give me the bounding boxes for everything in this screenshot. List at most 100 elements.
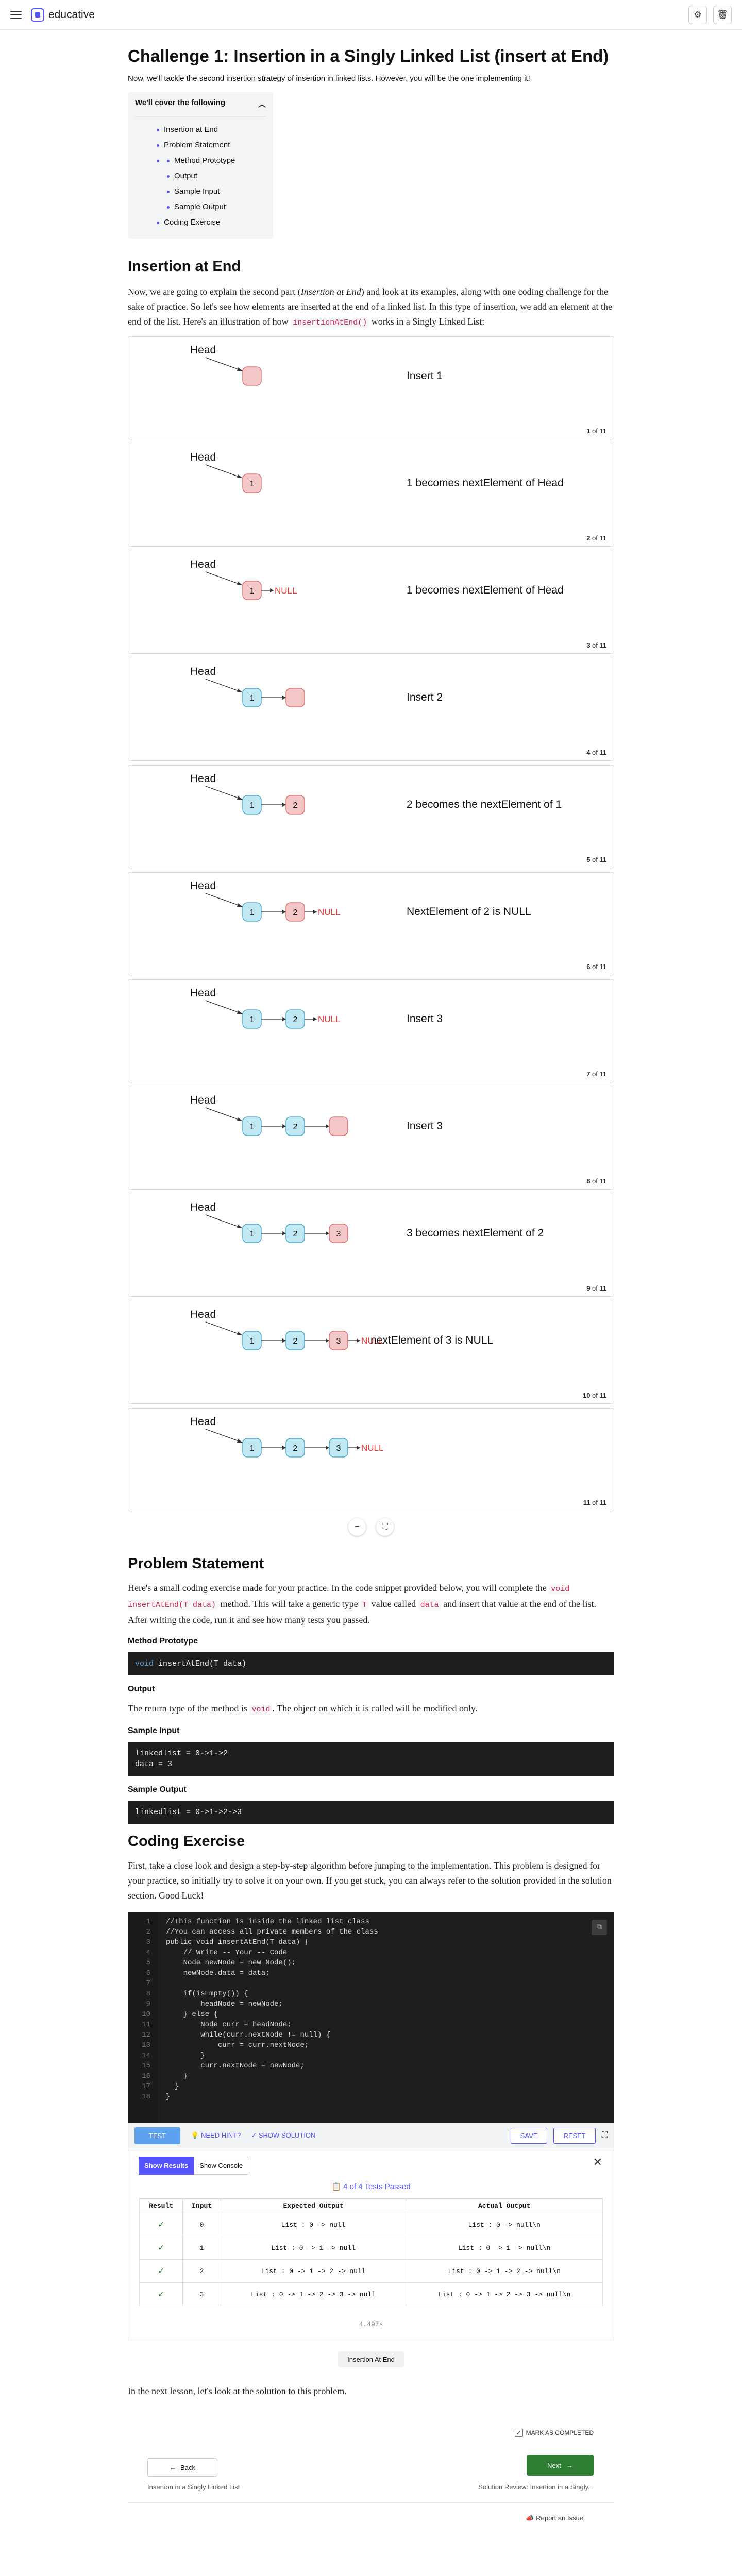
- settings-gear-icon[interactable]: ⚙: [688, 5, 707, 24]
- copy-icon[interactable]: ⧉: [592, 1920, 607, 1935]
- code-text: //This function is inside the linked lis…: [166, 1918, 369, 1926]
- back-button[interactable]: ← Back: [147, 2458, 217, 2477]
- show-console-tab[interactable]: Show Console: [194, 2157, 249, 2175]
- node-value: 2: [293, 1444, 298, 1453]
- code-line[interactable]: 6 newNode.data = data;: [128, 1968, 270, 1978]
- problem-text-3: value called: [369, 1599, 418, 1609]
- report-issue-link[interactable]: 📣 Report an Issue: [526, 2514, 583, 2522]
- line-number: 8: [146, 1990, 150, 1998]
- problem-paragraph: Here's a small coding exercise made for …: [128, 1581, 614, 1628]
- code-line[interactable]: 15 curr.nextNode = newNode;: [128, 2061, 305, 2071]
- code-line[interactable]: 2 //You can access all private members of…: [128, 1927, 378, 1937]
- code-line[interactable]: 13 curr = curr.nextNode;: [128, 2040, 309, 2050]
- lesson-content: Challenge 1: Insertion in a Singly Linke…: [128, 46, 614, 2532]
- toc-item-method-prototype[interactable]: Method Prototype: [167, 153, 266, 168]
- code-line[interactable]: 18}: [128, 2092, 170, 2102]
- fullscreen-icon[interactable]: ⛶: [376, 1518, 394, 1536]
- head-label: Head: [190, 1201, 216, 1213]
- close-icon[interactable]: ✕: [593, 2156, 602, 2169]
- code-line[interactable]: 7: [128, 1978, 166, 1989]
- slide-counter: 9 of 11: [586, 1284, 606, 1292]
- toc-item-insertion-at-end[interactable]: Insertion at End: [157, 122, 266, 138]
- slideshow-controls: − ⛶: [128, 1518, 614, 1536]
- lesson-tag[interactable]: Insertion At End: [338, 2351, 404, 2367]
- tests-passed-label: 4 of 4 Tests Passed: [343, 2182, 411, 2191]
- slide: Head 1 2 2 becomes the nextElement of 1 5 of…: [128, 765, 614, 868]
- toc-item-sample-output[interactable]: Sample Output: [167, 199, 266, 215]
- slide: Head 1 Insert 2 4 of 11: [128, 658, 614, 761]
- chevron-up-icon[interactable]: ︿: [258, 98, 266, 109]
- head-pointer-arrow: [205, 786, 243, 800]
- code-text: while(curr.nextNode != null) {: [166, 2031, 331, 2039]
- menu-icon[interactable]: [10, 10, 22, 19]
- educative-logo-icon[interactable]: [31, 8, 44, 22]
- slide: Head 1 2 NULL NextElement of 2 is NULL 6 of 1…: [128, 872, 614, 975]
- page-title: Challenge 1: Insertion in a Singly Linke…: [128, 46, 609, 65]
- save-button[interactable]: SAVE: [510, 2127, 548, 2144]
- line-number: 5: [146, 1959, 150, 1967]
- node-value: 1: [250, 694, 255, 703]
- result-cell: ✓: [139, 2236, 183, 2260]
- line-number: 3: [146, 1938, 150, 1946]
- slide-diagram: Head 1 2 NULL NextElement of 2 is NULL: [190, 880, 531, 922]
- code-line[interactable]: 17 }: [128, 2081, 179, 2092]
- toc-item-sample-input[interactable]: Sample Input: [167, 184, 266, 199]
- slide-caption: Insert 3: [407, 1120, 443, 1132]
- slide-diagram: Head 1 2 2 becomes the nextElement of 1: [190, 773, 562, 815]
- actual-cell: List : 0 -> 1 -> 2 -> null\n: [406, 2259, 603, 2283]
- top-bar: educative ⚙ 🗑: [0, 0, 742, 30]
- prev-lesson-title[interactable]: Insertion in a Singly Linked List: [147, 2483, 240, 2491]
- input-cell: 3: [182, 2282, 221, 2306]
- section-heading-problem: Problem Statement: [128, 1555, 264, 1572]
- lesson-navigation: ✓ MARK AS COMPLETED ← Back Next → Insertio…: [128, 2429, 614, 2532]
- next-lesson-title[interactable]: Solution Review: Insertion in a Singly..…: [478, 2483, 594, 2491]
- node-value: 1: [250, 908, 255, 917]
- node-value: 3: [336, 1230, 341, 1239]
- test-button[interactable]: TEST: [134, 2127, 181, 2144]
- clipboard-icon: 📋: [331, 2182, 344, 2191]
- expand-icon[interactable]: ⛶: [602, 2131, 608, 2140]
- slide-diagram: Head 1 2 3 NULL: [190, 1416, 383, 1458]
- node-value: 1: [250, 587, 255, 596]
- need-hint-button[interactable]: 💡 NEED HINT?: [191, 2131, 241, 2140]
- code-line[interactable]: 14 }: [128, 2050, 205, 2061]
- head-label: Head: [190, 1309, 216, 1320]
- toc-item-output[interactable]: Output: [167, 168, 266, 184]
- node-value: 1: [250, 1230, 255, 1239]
- code-line[interactable]: 9 headNode = newNode;: [128, 1999, 283, 2009]
- inline-code-T: T: [360, 1600, 369, 1610]
- code-line[interactable]: 12 while(curr.nextNode != null) {: [128, 2030, 330, 2040]
- trash-icon[interactable]: 🗑: [713, 5, 732, 24]
- megaphone-icon: 📣: [526, 2514, 536, 2522]
- code-line[interactable]: 5 Node newNode = new Node();: [128, 1958, 296, 1968]
- show-solution-button[interactable]: ✓ SHOW SOLUTION: [251, 2131, 315, 2140]
- code-line[interactable]: 3 public void insertAtEnd(T data) {: [128, 1937, 309, 1947]
- checkbox-icon[interactable]: ✓: [514, 2429, 523, 2437]
- code-text: } else {: [166, 2010, 218, 2019]
- code-line[interactable]: 4 // Write -- Your -- Code: [128, 1947, 288, 1958]
- mark-complete-toggle[interactable]: ✓ MARK AS COMPLETED: [514, 2429, 594, 2437]
- toc-item-problem-statement[interactable]: Problem Statement: [157, 138, 266, 153]
- code-line[interactable]: 1 //This function is inside the linked li…: [128, 1917, 369, 1927]
- code-line[interactable]: 11 Node curr = headNode;: [128, 2020, 291, 2030]
- code-editor[interactable]: ⧉ 1 //This function is inside the linked …: [128, 1912, 614, 2123]
- toc-header[interactable]: We'll cover the following ︿: [135, 98, 266, 117]
- check-circle-icon: ✓: [251, 2131, 259, 2139]
- slide-total: of 11: [590, 749, 606, 756]
- slide-diagram: Head 1 NULL 1 becomes nextElement of Head: [190, 558, 564, 600]
- next-button[interactable]: Next →: [527, 2455, 594, 2476]
- reset-button[interactable]: RESET: [553, 2127, 596, 2144]
- null-label: NULL: [361, 1443, 383, 1453]
- node-value: 2: [293, 1015, 298, 1024]
- slide-caption: NextElement of 2 is NULL: [407, 906, 531, 918]
- toc-item-coding-exercise[interactable]: Coding Exercise: [157, 215, 266, 230]
- code-line[interactable]: 10 } else {: [128, 2009, 218, 2020]
- brand-name[interactable]: educative: [48, 9, 95, 21]
- line-number: 13: [142, 2041, 150, 2049]
- code-line[interactable]: 16 }: [128, 2071, 188, 2081]
- minus-icon[interactable]: −: [348, 1518, 366, 1536]
- list-node: [242, 366, 262, 386]
- code-line[interactable]: 8 if(isEmpty()) {: [128, 1989, 248, 1999]
- slide-counter: 7 of 11: [586, 1070, 606, 1078]
- show-results-tab[interactable]: Show Results: [139, 2157, 194, 2175]
